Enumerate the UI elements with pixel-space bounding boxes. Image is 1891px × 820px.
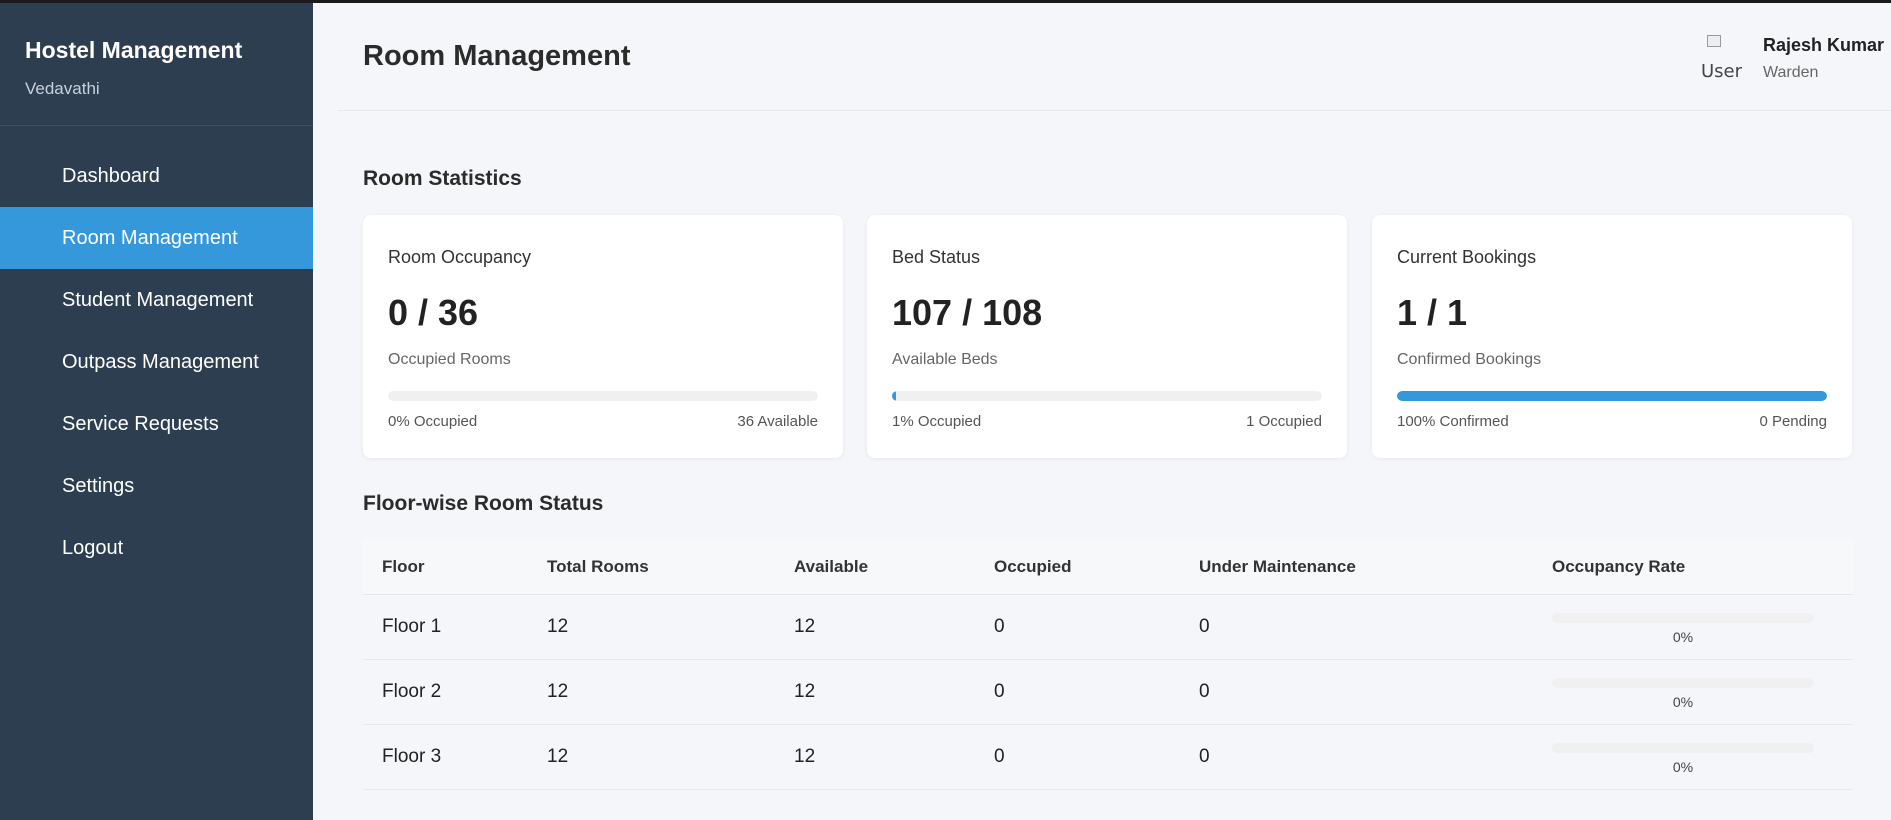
progress-bar — [892, 391, 1322, 401]
sidebar-nav: Dashboard Room Management Student Manage… — [0, 145, 313, 579]
bed-status-card: Bed Status 107 / 108 Available Beds 1% O… — [867, 215, 1347, 458]
card-footer-right: 0 Pending — [1759, 413, 1827, 430]
occupied-cell: 0 — [994, 616, 1005, 637]
card-footer-right: 36 Available — [737, 413, 818, 430]
occupied-cell: 0 — [994, 746, 1005, 767]
room-statistics-title: Room Statistics — [363, 167, 522, 190]
card-value: 0 / 36 — [388, 292, 479, 333]
maintenance-cell: 0 — [1199, 616, 1210, 637]
card-title: Room Occupancy — [388, 247, 532, 267]
column-header[interactable]: Total Rooms — [547, 557, 794, 577]
table-header: Floor Total Rooms Available Occupied Und… — [363, 539, 1853, 595]
occupancy-rate: 0% — [1552, 672, 1814, 712]
current-bookings-card: Current Bookings 1 / 1 Confirmed Booking… — [1372, 215, 1852, 458]
column-header[interactable]: Occupied — [994, 557, 1199, 577]
sidebar-item-label: Room Management — [62, 226, 238, 249]
user-name: Rajesh Kumar — [1763, 35, 1885, 55]
progress-fill — [892, 391, 897, 401]
total-rooms-cell: 12 — [547, 681, 569, 702]
avatar-alt-text: User — [1701, 61, 1743, 82]
progress-bar — [1397, 391, 1827, 401]
floor-cell: Floor 1 — [382, 616, 442, 637]
card-subtitle: Available Beds — [892, 351, 998, 368]
table-row: Floor 1 12 12 0 0 0% — [363, 595, 1853, 660]
available-cell: 12 — [794, 746, 816, 767]
occupancy-rate: 0% — [1552, 607, 1814, 647]
occupancy-rate-cell: 0% — [1552, 737, 1853, 777]
occupancy-rate-cell: 0% — [1552, 607, 1853, 647]
column-header[interactable]: Available — [794, 557, 994, 577]
total-rooms-cell: 12 — [547, 746, 569, 767]
sidebar-item-label: Outpass Management — [62, 350, 259, 373]
table-row: Floor 2 12 12 0 0 0% — [363, 660, 1853, 725]
occupancy-label: 0% — [1672, 694, 1694, 710]
available-cell: 12 — [794, 681, 816, 702]
sidebar-item-settings[interactable]: Settings — [0, 455, 313, 517]
broken-image-icon — [1707, 35, 1721, 47]
sidebar-item-label: Service Requests — [62, 412, 219, 435]
occupancy-label: 0% — [1672, 759, 1694, 775]
avatar: User — [1701, 35, 1743, 82]
sidebar: Hostel Management Vedavathi Dashboard Ro… — [0, 3, 313, 820]
maintenance-cell: 0 — [1199, 681, 1210, 702]
floor-cell: Floor 3 — [382, 746, 442, 767]
card-subtitle: Confirmed Bookings — [1397, 351, 1542, 368]
card-subtitle: Occupied Rooms — [388, 351, 511, 368]
occupancy-bar — [1552, 743, 1814, 753]
card-footer-left: 1% Occupied — [892, 413, 982, 430]
card-footer-right: 1 Occupied — [1246, 413, 1322, 430]
sidebar-item-label: Logout — [62, 536, 124, 559]
page-header: Room Management User Rajesh Kumar Warden — [338, 3, 1891, 111]
card-value: 107 / 108 — [892, 292, 1043, 333]
sidebar-item-dashboard[interactable]: Dashboard — [0, 145, 313, 207]
sidebar-item-service-requests[interactable]: Service Requests — [0, 393, 313, 455]
progress-fill — [1397, 391, 1827, 401]
occupancy-rate-cell: 0% — [1552, 672, 1853, 712]
column-header[interactable]: Under Maintenance — [1199, 557, 1552, 577]
app-title: Hostel Management — [25, 37, 243, 63]
card-footer-left: 100% Confirmed — [1397, 413, 1509, 430]
page-title: Room Management — [363, 40, 631, 72]
sidebar-item-label: Dashboard — [62, 164, 160, 187]
table-row: Floor 3 12 12 0 0 0% — [363, 725, 1853, 790]
sidebar-item-label: Student Management — [62, 288, 254, 311]
room-occupancy-card: Room Occupancy 0 / 36 Occupied Rooms 0% … — [363, 215, 843, 458]
card-footer-left: 0% Occupied — [388, 413, 478, 430]
progress-bar — [388, 391, 818, 401]
brand: Hostel Management Vedavathi — [0, 3, 313, 126]
column-header[interactable]: Occupancy Rate — [1552, 557, 1853, 577]
available-cell: 12 — [794, 616, 816, 637]
floor-status-title: Floor-wise Room Status — [363, 492, 604, 515]
hostel-name: Vedavathi — [25, 79, 100, 98]
occupancy-label: 0% — [1672, 629, 1694, 645]
sidebar-item-room-management[interactable]: Room Management — [0, 207, 313, 269]
sidebar-item-outpass-management[interactable]: Outpass Management — [0, 331, 313, 393]
sidebar-item-label: Settings — [62, 474, 135, 497]
card-title: Bed Status — [892, 247, 981, 267]
sidebar-item-student-management[interactable]: Student Management — [0, 269, 313, 331]
sidebar-item-logout[interactable]: Logout — [0, 517, 313, 579]
total-rooms-cell: 12 — [547, 616, 569, 637]
user-profile[interactable]: User Rajesh Kumar Warden — [1701, 31, 1891, 91]
occupancy-bar — [1552, 678, 1814, 688]
card-value: 1 / 1 — [1397, 292, 1468, 333]
column-header[interactable]: Floor — [363, 557, 547, 577]
maintenance-cell: 0 — [1199, 746, 1210, 767]
occupancy-bar — [1552, 613, 1814, 623]
floor-cell: Floor 2 — [382, 681, 442, 702]
occupied-cell: 0 — [994, 681, 1005, 702]
user-role: Warden — [1763, 64, 1819, 81]
floor-status-table: Floor Total Rooms Available Occupied Und… — [363, 539, 1853, 790]
card-title: Current Bookings — [1397, 247, 1537, 267]
occupancy-rate: 0% — [1552, 737, 1814, 777]
main-content: Room Management User Rajesh Kumar Warden… — [313, 3, 1891, 820]
